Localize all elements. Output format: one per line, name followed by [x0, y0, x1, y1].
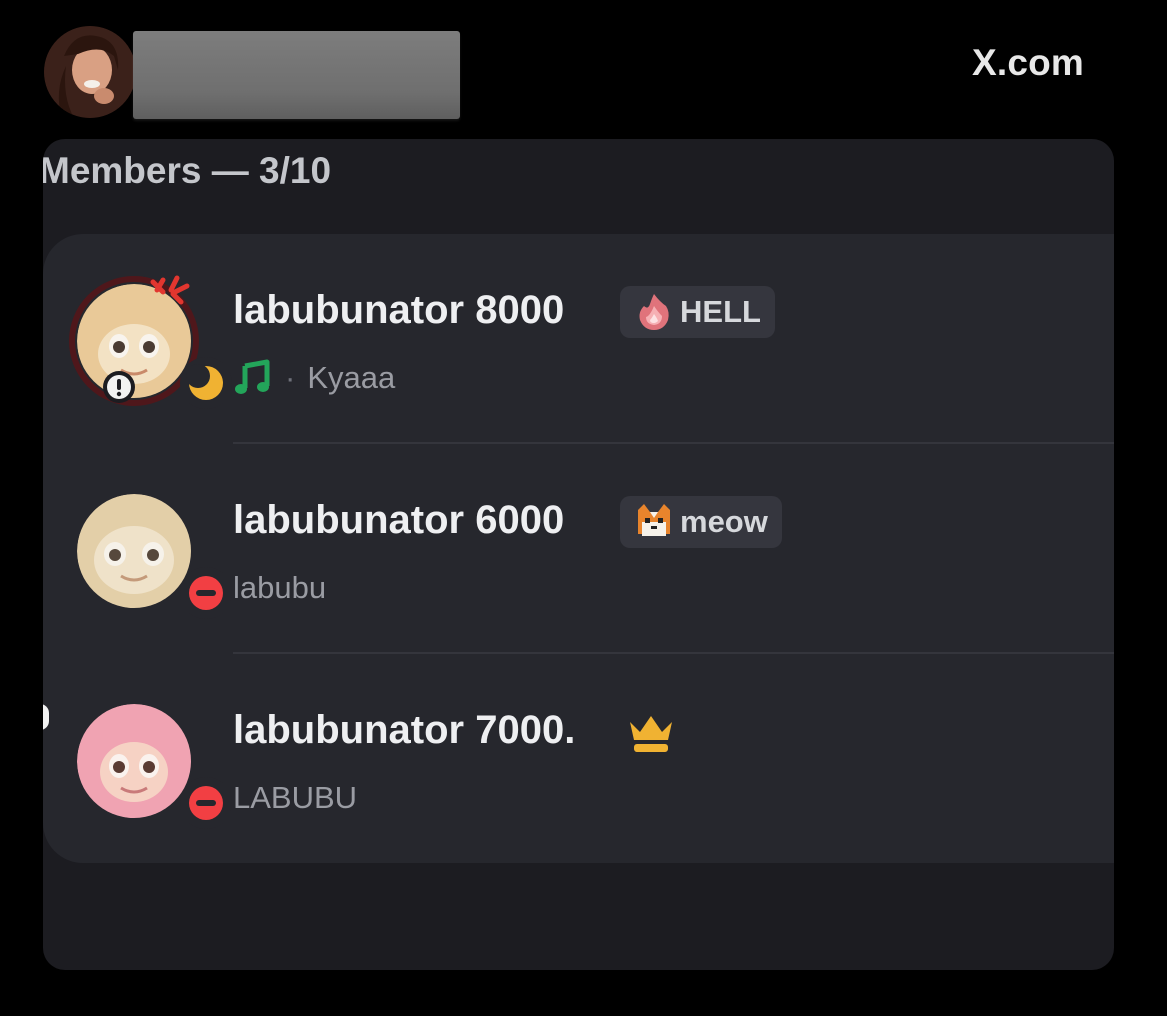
member-avatar[interactable]: [77, 494, 232, 619]
fire-icon: [639, 294, 669, 330]
members-panel: Members — 3/10 labubunator 8000 HELL · K…: [43, 139, 1114, 970]
members-list: labubunator 8000 HELL · Kyaaa labubunato…: [43, 234, 1114, 863]
member-name[interactable]: labubunator 8000: [233, 284, 564, 336]
cat-icon: [638, 504, 670, 536]
member-status: · Kyaaa: [233, 356, 395, 400]
status-text: labubu: [233, 570, 327, 605]
member-status: labubu: [233, 566, 326, 610]
status-text: Kyaaa: [307, 360, 396, 395]
redacted-username: [133, 31, 460, 119]
dnd-status-icon: [180, 567, 232, 619]
member-name[interactable]: labubunator 7000.: [233, 704, 575, 756]
server-tag-label: meow: [680, 504, 768, 539]
member-row[interactable]: labubunator 7000. LABUBU: [43, 654, 1114, 864]
members-heading: Members — 3/10: [43, 150, 332, 191]
crown-icon: [630, 716, 672, 752]
member-status: LABUBU: [233, 776, 357, 820]
site-label: X.com: [972, 42, 1085, 83]
idle-status-icon: [180, 357, 232, 409]
warning-icon: [103, 371, 135, 403]
status-text: LABUBU: [233, 780, 358, 815]
member-row[interactable]: labubunator 8000 HELL · Kyaaa: [43, 234, 1114, 444]
member-avatar[interactable]: [77, 704, 232, 829]
server-tag[interactable]: HELL: [620, 286, 775, 338]
server-tag-label: HELL: [680, 294, 761, 329]
member-name[interactable]: labubunator 6000: [233, 494, 564, 546]
status-separator: ·: [285, 360, 296, 395]
member-row[interactable]: labubunator 6000 meow labubu: [43, 444, 1114, 654]
music-note-icon: [235, 359, 270, 394]
server-tag[interactable]: meow: [620, 496, 782, 548]
member-avatar[interactable]: [69, 275, 232, 409]
header-avatar[interactable]: [44, 26, 136, 118]
dnd-status-icon: [180, 777, 232, 829]
